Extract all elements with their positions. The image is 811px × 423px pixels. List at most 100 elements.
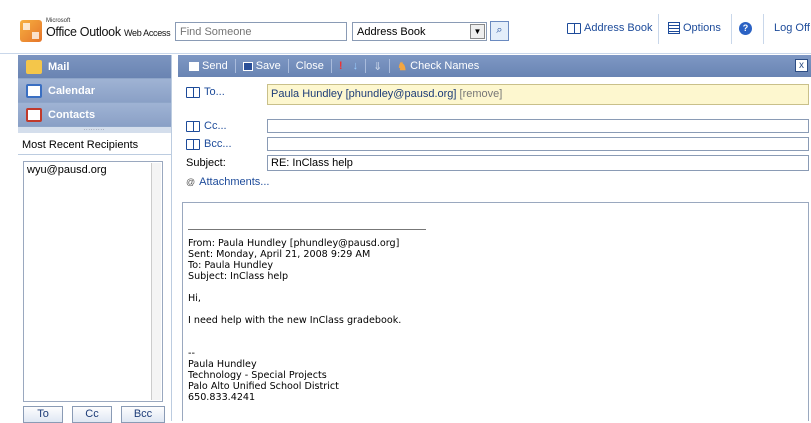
save-label: Save <box>255 60 281 72</box>
log-off-label: Log Off <box>774 22 810 34</box>
high-importance-button[interactable]: ! <box>334 60 348 72</box>
help-button[interactable]: ? <box>739 22 752 35</box>
compose-toolbar: Send Save Close ! ↓ ⇓ ♞ Check Names x <box>178 55 811 77</box>
paperclip-icon: ⇓ <box>373 60 383 73</box>
divider <box>763 14 764 44</box>
find-someone-input[interactable] <box>175 22 347 41</box>
compose-header: To... Paula Hundley [phundley@pausd.org]… <box>178 80 811 201</box>
nav-contacts[interactable]: Contacts <box>18 103 171 127</box>
send-button[interactable]: Send <box>184 60 233 72</box>
msg-line: Sent: Monday, April 21, 2008 9:29 AM <box>188 249 371 260</box>
list-scrollbar[interactable] <box>151 163 161 400</box>
calendar-icon <box>26 83 42 98</box>
help-icon: ? <box>739 22 752 35</box>
to-label-button[interactable]: To... <box>186 86 225 98</box>
office-logo-icon <box>20 20 42 42</box>
options-link-label: Options <box>683 22 721 34</box>
msg-line: Paula Hundley <box>188 359 257 370</box>
options-link[interactable]: Options <box>668 22 721 34</box>
nav-calendar[interactable]: Calendar <box>18 79 171 103</box>
divider <box>330 59 332 73</box>
divider <box>658 14 659 44</box>
search-button[interactable]: ⌕ <box>490 21 509 41</box>
divider <box>389 59 391 73</box>
divider <box>234 59 236 73</box>
msg-line: 650.833.4241 <box>188 392 256 403</box>
bcc-field[interactable] <box>267 137 809 151</box>
close-icon[interactable]: x <box>795 59 808 72</box>
subject-label: Subject: <box>186 157 226 169</box>
message-body[interactable]: From: Paula Hundley [phundley@pausd.org]… <box>182 202 809 421</box>
remove-recipient-link[interactable]: [remove] <box>460 88 503 100</box>
sidebar: Mail Calendar Contacts ......... Most Re… <box>18 55 172 423</box>
check-names-button[interactable]: ♞ Check Names <box>392 60 484 73</box>
high-importance-icon: ! <box>338 60 343 72</box>
attachments-link[interactable]: @ Attachments... <box>186 176 269 188</box>
subject-value: RE: InClass help <box>271 157 353 169</box>
recent-recipients-list[interactable]: wyu@pausd.org <box>23 161 163 402</box>
outlook-logo: Microsoft Office Outlook Web Access <box>20 16 171 46</box>
bcc-label-button[interactable]: Bcc... <box>186 138 232 150</box>
msg-line: I need help with the new InClass gradebo… <box>188 315 402 326</box>
attachments-label: Attachments... <box>199 176 270 188</box>
msg-line: Palo Alto Unified School District <box>188 381 339 392</box>
recent-recipient-item[interactable]: wyu@pausd.org <box>27 164 159 176</box>
divider <box>287 59 289 73</box>
address-book-select[interactable]: Address Book ▼ <box>352 22 487 41</box>
to-field[interactable]: Paula Hundley [phundley@pausd.org] [remo… <box>267 84 809 105</box>
to-recipient[interactable]: Paula Hundley [phundley@pausd.org] <box>271 88 456 100</box>
add-to-button[interactable]: To <box>23 406 63 423</box>
check-names-icon: ♞ <box>397 60 408 73</box>
contacts-icon <box>26 107 42 122</box>
msg-line: To: Paula Hundley <box>188 260 273 271</box>
send-icon <box>189 61 199 71</box>
cc-field[interactable] <box>267 119 809 133</box>
msg-line: Technology - Special Projects <box>188 370 327 381</box>
address-book-link-label: Address Book <box>584 22 653 34</box>
message-text: From: Paula Hundley [phundley@pausd.org]… <box>188 227 401 403</box>
address-book-link[interactable]: Address Book <box>567 22 652 34</box>
check-names-label: Check Names <box>410 60 480 72</box>
msg-line: Hi, <box>188 293 201 304</box>
logo-microsoft-text: Microsoft <box>46 18 71 24</box>
close-button[interactable]: Close <box>291 60 329 72</box>
close-label: Close <box>295 60 324 72</box>
low-importance-icon: ↓ <box>352 60 359 72</box>
address-book-icon <box>186 86 200 98</box>
nav-calendar-label: Calendar <box>48 84 96 97</box>
msg-line: Subject: InClass help <box>188 271 289 282</box>
search-icon: ⌕ <box>496 24 503 36</box>
msg-line: -- <box>188 348 195 359</box>
address-book-select-value: Address Book <box>357 26 426 38</box>
address-book-icon <box>186 138 200 150</box>
msg-line: From: Paula Hundley [phundley@pausd.org] <box>188 238 400 249</box>
dropdown-arrow-icon: ▼ <box>470 24 485 39</box>
divider <box>731 14 732 44</box>
address-book-icon <box>186 120 200 132</box>
mail-icon <box>26 59 42 74</box>
divider <box>365 59 367 73</box>
subject-field[interactable]: RE: InClass help <box>267 155 809 171</box>
send-label: Send <box>202 60 228 72</box>
options-icon <box>668 22 680 34</box>
cc-label-button[interactable]: Cc... <box>186 120 227 132</box>
logo-suffix-text: Web Access <box>123 28 171 38</box>
nav-mail-label: Mail <box>48 60 70 73</box>
low-importance-button[interactable]: ↓ <box>348 60 364 72</box>
address-book-icon <box>567 22 581 34</box>
recent-recipients-title: Most Recent Recipients <box>18 133 171 155</box>
add-cc-button[interactable]: Cc <box>72 406 112 423</box>
logo-name-text: Office Outlook <box>46 25 121 39</box>
add-bcc-button[interactable]: Bcc <box>121 406 165 423</box>
nav-mail[interactable]: Mail <box>18 55 171 79</box>
nav-contacts-label: Contacts <box>48 108 96 121</box>
attach-button[interactable]: ⇓ <box>368 60 387 73</box>
save-button[interactable]: Save <box>238 60 286 72</box>
log-off-link[interactable]: Log Off <box>774 22 810 34</box>
paperclip-icon: @ <box>186 177 196 187</box>
save-icon <box>242 61 253 71</box>
cc-label: Cc... <box>204 120 227 132</box>
top-bar: Microsoft Office Outlook Web Access Addr… <box>0 0 811 54</box>
to-label: To... <box>204 86 225 98</box>
bcc-label: Bcc... <box>204 138 232 150</box>
